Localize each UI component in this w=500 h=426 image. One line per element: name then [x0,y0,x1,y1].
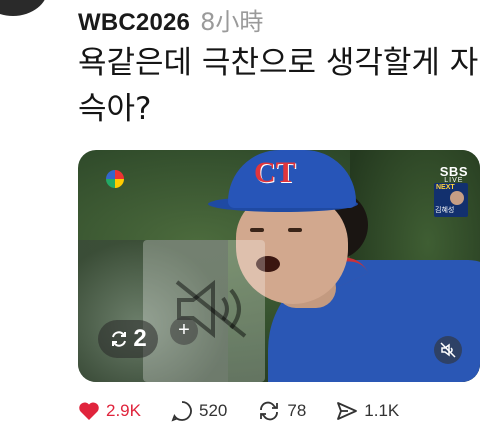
add-button[interactable]: + [170,317,198,345]
cap-logo: CT [254,156,296,189]
post-time: 8小時 [200,8,264,36]
next-batter-photo [450,191,464,205]
video-player[interactable]: CT SBS LIVE NEXT 김혜성 2 + [78,150,480,382]
author-avatar[interactable] [0,0,48,16]
post-text: 욕같은데 극찬으로 생각할게 자슥아? [78,45,479,127]
username[interactable]: WBC2026 [78,9,190,37]
broadcaster-logo: SBS LIVE [440,164,468,184]
wbc-logo-icon [106,170,124,188]
player-eye [288,228,302,232]
comment-count: 520 [198,401,228,420]
like-button[interactable]: 2.9K [78,401,141,421]
repost-icon [112,331,127,347]
like-count: 2.9K [106,401,141,420]
volume-off-icon [440,342,456,358]
mute-toggle-button[interactable] [434,336,462,364]
repost-count: 2 [133,325,147,352]
next-batter-card: NEXT 김혜성 [434,183,468,217]
heart-icon [79,402,99,420]
send-icon [337,402,358,420]
post-header: WBC2026 8小時 [78,2,263,36]
comment-icon [171,401,192,422]
next-label: NEXT [436,184,455,191]
share-button[interactable]: 1.1K [336,401,399,421]
player-eye [250,228,264,232]
next-batter-name: 김혜성 [435,207,455,214]
share-count: 1.1K [364,401,400,420]
repost-icon [260,401,279,421]
repost-count-label: 78 [287,401,307,420]
comment-button[interactable]: 520 [171,400,227,422]
action-bar: 2.9K 520 78 1.1K [78,396,429,426]
repost-button[interactable]: 78 [257,400,306,422]
repost-badge[interactable]: 2 [98,320,158,358]
